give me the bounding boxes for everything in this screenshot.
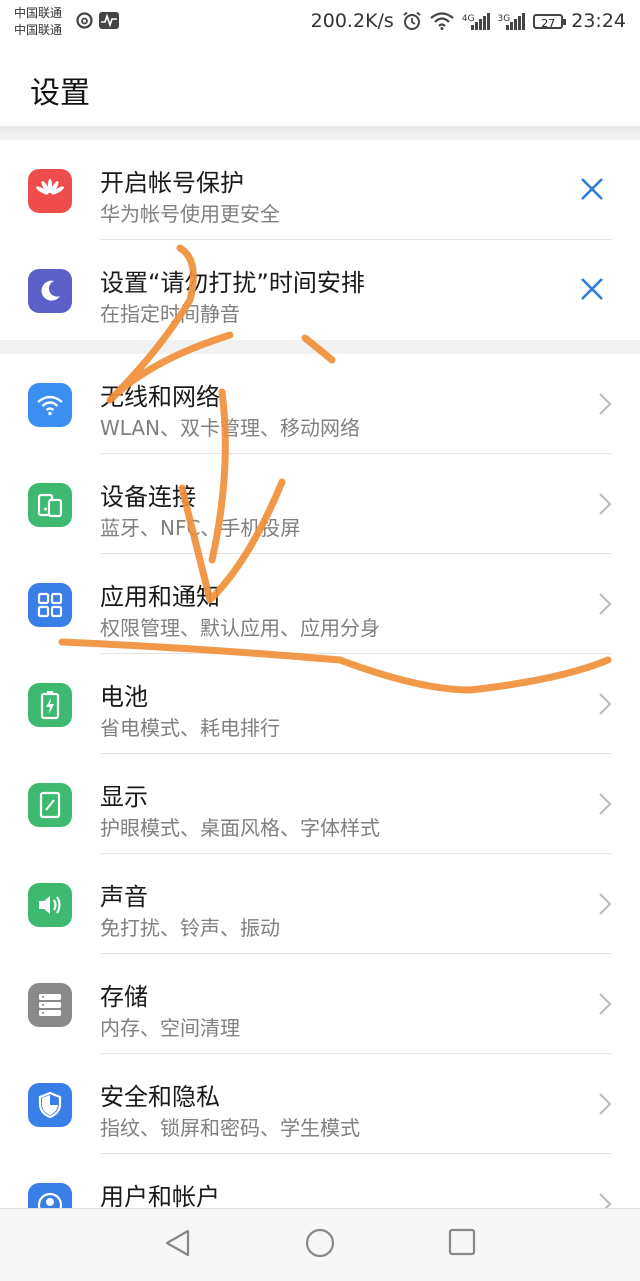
settings-item-title: 存储: [100, 983, 148, 1011]
settings-item-storage[interactable]: 存储 内存、空间清理: [0, 954, 640, 1054]
clock: 23:24: [571, 10, 626, 32]
carrier-1: 中国联通: [14, 6, 63, 20]
settings-item-subtitle: 指纹、锁屏和密码、学生模式: [100, 1116, 360, 1140]
header-divider: [0, 126, 640, 140]
netease-music-icon: [76, 12, 93, 29]
moon-icon: [28, 269, 72, 313]
settings-item-subtitle: 省电模式、耗电排行: [100, 716, 280, 740]
settings-item-title: 设备连接: [100, 483, 196, 511]
suggestion-title: 设置“请勿打扰”时间安排: [100, 269, 365, 297]
chevron-right-icon: [599, 893, 612, 915]
speaker-icon: [28, 883, 72, 927]
back-triangle-icon[interactable]: [162, 1227, 194, 1259]
recents-square-icon[interactable]: [447, 1227, 477, 1257]
suggestion-subtitle: 华为帐号使用更安全: [100, 202, 280, 226]
alarm-icon: [403, 11, 421, 30]
settings-item-title: 用户和帐户: [100, 1183, 220, 1208]
display-icon: [28, 783, 72, 827]
settings-item-title: 显示: [100, 783, 148, 811]
apps-grid-icon: [28, 583, 72, 627]
settings-item-wireless-network[interactable]: 无线和网络 WLAN、双卡管理、移动网络: [0, 354, 640, 454]
network-speed: 200.2K/s: [310, 10, 394, 32]
wifi-status-icon: [430, 12, 454, 30]
settings-item-display[interactable]: 显示 护眼模式、桌面风格、字体样式: [0, 754, 640, 854]
huawei-logo-icon: [28, 169, 72, 213]
navigation-bar: [0, 1208, 640, 1281]
user-icon: [28, 1183, 72, 1208]
chevron-right-icon: [599, 693, 612, 715]
settings-item-title: 声音: [100, 883, 148, 911]
status-bar: 中国联通 中国联通 200.2K/s 4G 3G 27 23:24: [0, 0, 640, 48]
settings-item-title: 无线和网络: [100, 383, 220, 411]
device-connection-icon: [28, 483, 72, 527]
suggestions-section: 开启帐号保护 华为帐号使用更安全 设置“请勿打扰”时间安排 在指定时间静音: [0, 140, 640, 340]
signal-sim2: 3G: [498, 12, 526, 30]
settings-item-subtitle: 权限管理、默认应用、应用分身: [100, 616, 380, 640]
settings-item-sound[interactable]: 声音 免打扰、铃声、振动: [0, 854, 640, 954]
carrier-labels: 中国联通 中国联通: [14, 5, 62, 39]
battery-icon: 27: [533, 13, 567, 30]
dismiss-close-icon[interactable]: [580, 277, 604, 301]
app-header: 设置: [0, 48, 640, 128]
settings-item-title: 电池: [100, 683, 148, 711]
settings-item-subtitle: 内存、空间清理: [100, 1016, 240, 1040]
section-gap: [0, 340, 640, 354]
signal-sim1-label: 4G: [461, 14, 475, 24]
chevron-right-icon: [599, 1193, 612, 1208]
settings-item-title: 安全和隐私: [100, 1083, 220, 1111]
chevron-right-icon: [599, 393, 612, 415]
storage-icon: [28, 983, 72, 1027]
settings-item-subtitle: 护眼模式、桌面风格、字体样式: [100, 816, 380, 840]
suggestion-do-not-disturb[interactable]: 设置“请勿打扰”时间安排 在指定时间静音: [0, 240, 640, 340]
settings-item-security-privacy[interactable]: 安全和隐私 指纹、锁屏和密码、学生模式: [0, 1054, 640, 1154]
settings-item-title: 应用和通知: [100, 583, 220, 611]
shield-icon: [28, 1083, 72, 1127]
home-circle-icon[interactable]: [304, 1227, 336, 1259]
chevron-right-icon: [599, 493, 612, 515]
chevron-right-icon: [599, 793, 612, 815]
suggestion-account-protection[interactable]: 开启帐号保护 华为帐号使用更安全: [0, 140, 640, 240]
settings-item-users-accounts[interactable]: 用户和帐户: [0, 1154, 640, 1208]
chevron-right-icon: [599, 993, 612, 1015]
activity-monitor-icon: [99, 12, 119, 29]
settings-item-subtitle: 免打扰、铃声、振动: [100, 916, 280, 940]
signal-sim1: 4G: [462, 12, 490, 30]
settings-item-subtitle: WLAN、双卡管理、移动网络: [100, 416, 361, 440]
wifi-icon: [28, 383, 72, 427]
settings-item-apps-notifications[interactable]: 应用和通知 权限管理、默认应用、应用分身: [0, 554, 640, 654]
carrier-2: 中国联通: [14, 23, 63, 37]
chevron-right-icon: [599, 1093, 612, 1115]
signal-sim2-label: 3G: [497, 14, 511, 24]
settings-item-subtitle: 蓝牙、NFC、手机投屏: [100, 516, 301, 540]
notification-icons: [76, 12, 119, 29]
settings-item-device-connection[interactable]: 设备连接 蓝牙、NFC、手机投屏: [0, 454, 640, 554]
suggestion-title: 开启帐号保护: [100, 169, 244, 197]
page-title: 设置: [30, 76, 90, 111]
dismiss-close-icon[interactable]: [580, 177, 604, 201]
battery-icon: [28, 683, 72, 727]
status-right: 200.2K/s 4G 3G 27 23:24: [311, 10, 626, 32]
settings-item-battery[interactable]: 电池 省电模式、耗电排行: [0, 654, 640, 754]
settings-list: 无线和网络 WLAN、双卡管理、移动网络 设备连接 蓝牙、NFC、手机投屏 应用…: [0, 354, 640, 1208]
suggestion-subtitle: 在指定时间静音: [100, 302, 240, 326]
chevron-right-icon: [599, 593, 612, 615]
